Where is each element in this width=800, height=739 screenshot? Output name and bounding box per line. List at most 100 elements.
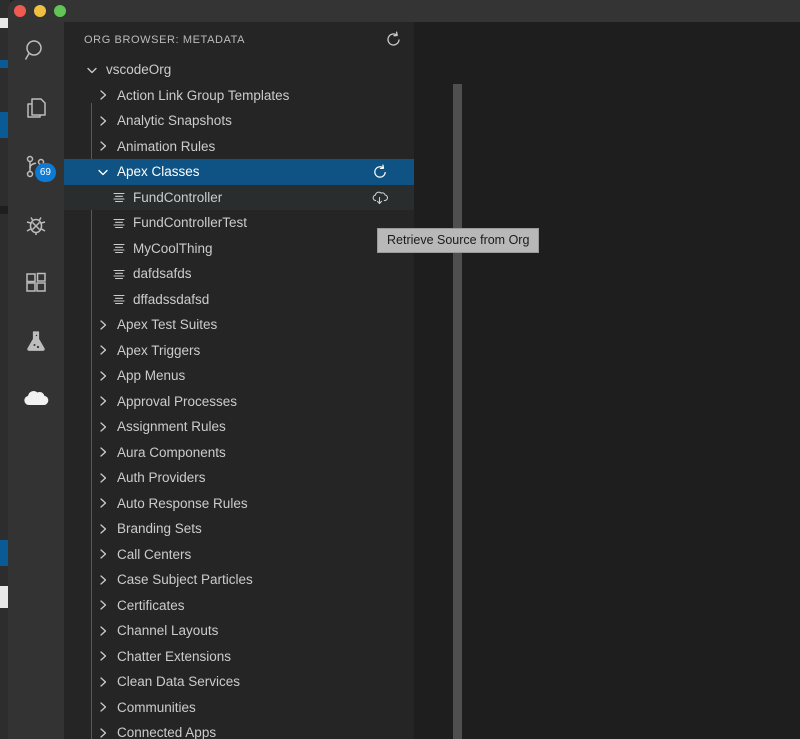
maximize-button[interactable]: [54, 5, 66, 17]
chevron-down-icon[interactable]: [84, 62, 100, 78]
chevron-right-icon[interactable]: [95, 87, 111, 103]
tree-row[interactable]: Communities: [64, 695, 414, 721]
tree-row-label: Connected Apps: [117, 725, 217, 739]
tree-row[interactable]: Chatter Extensions: [64, 644, 414, 670]
activity-item-extensions[interactable]: [8, 254, 64, 312]
close-button[interactable]: [14, 5, 26, 17]
tree-row[interactable]: Animation Rules: [64, 134, 414, 160]
tree-row-label: Analytic Snapshots: [117, 113, 232, 129]
tree-row-label: Auth Providers: [117, 470, 206, 486]
search-icon: [23, 38, 49, 64]
activity-item-search[interactable]: [8, 22, 64, 80]
tree-row[interactable]: MyCoolThing: [64, 236, 414, 262]
tree-row[interactable]: Approval Processes: [64, 389, 414, 415]
symbol-lines-icon: [111, 266, 127, 282]
tree-row-label: Action Link Group Templates: [117, 87, 290, 103]
metadata-tree: vscodeOrg Action Link Group Templates Anal…: [64, 57, 414, 739]
sidebar-org-browser: ORG BROWSER: METADATA vscodeOrg Action Li…: [64, 22, 462, 739]
tooltip: Retrieve Source from Org: [377, 228, 540, 253]
tree-row[interactable]: Action Link Group Templates: [64, 83, 414, 109]
sidebar-header: ORG BROWSER: METADATA: [64, 22, 414, 57]
symbol-lines-icon: [111, 291, 127, 307]
chevron-right-icon[interactable]: [95, 674, 111, 690]
tree-row-label: Apex Classes: [117, 164, 200, 180]
chevron-right-icon[interactable]: [95, 419, 111, 435]
tree-row-label: Apex Triggers: [117, 342, 201, 358]
tree-row-label: MyCoolThing: [133, 240, 213, 256]
activity-item-org-browser[interactable]: [8, 370, 64, 428]
chevron-right-icon[interactable]: [95, 368, 111, 384]
minimize-button[interactable]: [34, 5, 46, 17]
tree-row[interactable]: Auth Providers: [64, 465, 414, 491]
chevron-right-icon[interactable]: [95, 393, 111, 409]
tree-row-label: App Menus: [117, 368, 186, 384]
refresh-icon[interactable]: [382, 29, 404, 51]
tree-row[interactable]: dafdsafds: [64, 261, 414, 287]
tree-row-label: Certificates: [117, 597, 185, 613]
tree-row[interactable]: Assignment Rules: [64, 414, 414, 440]
tree-row[interactable]: Call Centers: [64, 542, 414, 568]
tree-row-label: Apex Test Suites: [117, 317, 218, 333]
sidebar-scrollbar[interactable]: [453, 84, 462, 739]
tree-row[interactable]: Auto Response Rules: [64, 491, 414, 517]
tree-row-label: Chatter Extensions: [117, 648, 232, 664]
symbol-lines-icon: [111, 240, 127, 256]
tooltip-text: Retrieve Source from Org: [387, 233, 530, 247]
tree-row[interactable]: Apex Classes: [64, 159, 414, 185]
chevron-right-icon[interactable]: [95, 699, 111, 715]
tree-row[interactable]: App Menus: [64, 363, 414, 389]
beaker-icon: [23, 328, 49, 354]
tree-row[interactable]: Apex Test Suites: [64, 312, 414, 338]
activity-item-source-control[interactable]: 69: [8, 138, 64, 196]
tree-row[interactable]: Certificates: [64, 593, 414, 619]
tree-row[interactable]: Connected Apps: [64, 720, 414, 739]
debug-icon: [23, 212, 49, 238]
activity-bar: 69: [8, 22, 64, 739]
tree-row-label: Aura Components: [117, 444, 226, 460]
tree-row-label: dffadssdafsd: [133, 291, 210, 307]
tree-row-label: Call Centers: [117, 546, 192, 562]
symbol-lines-icon: [111, 189, 127, 205]
chevron-right-icon[interactable]: [95, 521, 111, 537]
chevron-right-icon[interactable]: [95, 138, 111, 154]
chevron-right-icon[interactable]: [95, 495, 111, 511]
activity-item-testing[interactable]: [8, 312, 64, 370]
tree-row-label: vscodeOrg: [106, 62, 172, 78]
chevron-right-icon[interactable]: [95, 317, 111, 333]
cloud-download-icon[interactable]: [371, 185, 388, 211]
tree-row[interactable]: Aura Components: [64, 440, 414, 466]
tree-row[interactable]: FundController: [64, 184, 414, 211]
chevron-right-icon[interactable]: [95, 572, 111, 588]
symbol-lines-icon: [111, 215, 127, 231]
tree-row[interactable]: Apex Triggers: [64, 338, 414, 364]
tree-row[interactable]: FundControllerTest: [64, 210, 414, 236]
tree-row[interactable]: Channel Layouts: [64, 618, 414, 644]
tree-row-label: Animation Rules: [117, 138, 216, 154]
tree-row-label: Branding Sets: [117, 521, 202, 537]
tree-row[interactable]: vscodeOrg: [64, 57, 414, 83]
chevron-right-icon[interactable]: [95, 597, 111, 613]
vscode-window: 69 ORG BROWSER: METADATA vscodeOrg Actio…: [8, 0, 800, 739]
tree-row-label: Channel Layouts: [117, 623, 219, 639]
refresh-icon[interactable]: [372, 159, 388, 185]
chevron-right-icon[interactable]: [95, 648, 111, 664]
tree-row-label: Approval Processes: [117, 393, 238, 409]
chevron-right-icon[interactable]: [95, 546, 111, 562]
tree-row[interactable]: Analytic Snapshots: [64, 108, 414, 134]
chevron-right-icon[interactable]: [95, 113, 111, 129]
chevron-right-icon[interactable]: [95, 342, 111, 358]
chevron-right-icon[interactable]: [95, 623, 111, 639]
chevron-right-icon[interactable]: [95, 725, 111, 739]
chevron-down-icon[interactable]: [95, 164, 111, 180]
tree-row[interactable]: Case Subject Particles: [64, 567, 414, 593]
tree-row-label: dafdsafds: [133, 266, 192, 282]
activity-item-explorer[interactable]: [8, 80, 64, 138]
tree-row-label: FundController: [133, 189, 223, 205]
tree-row[interactable]: dffadssdafsd: [64, 287, 414, 313]
activity-item-debug[interactable]: [8, 196, 64, 254]
chevron-right-icon[interactable]: [95, 444, 111, 460]
tree-row[interactable]: Clean Data Services: [64, 669, 414, 695]
tree-row[interactable]: Branding Sets: [64, 516, 414, 542]
chevron-right-icon[interactable]: [95, 470, 111, 486]
panel-title: ORG BROWSER: METADATA: [84, 33, 246, 46]
